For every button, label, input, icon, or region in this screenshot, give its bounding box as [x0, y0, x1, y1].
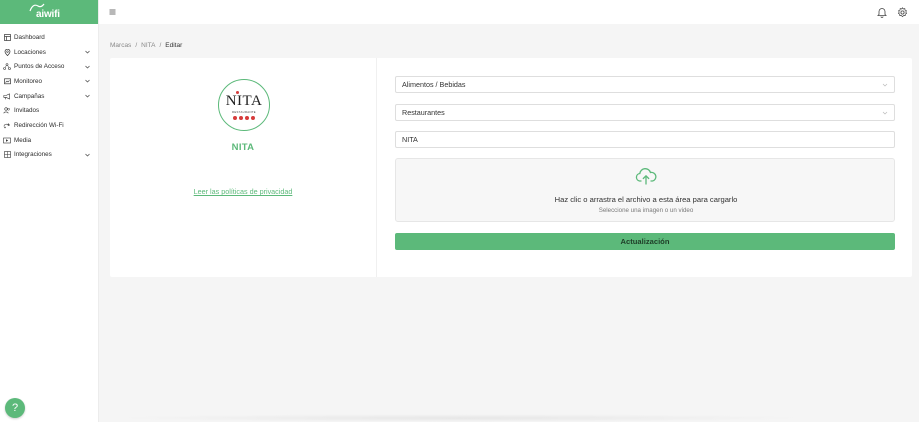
menu-icon[interactable]: [108, 7, 117, 16]
sidebar-item-monitoreo[interactable]: Monitoreo: [0, 74, 98, 89]
bell-icon[interactable]: [877, 5, 887, 18]
brand-logo-dots: [233, 116, 255, 120]
breadcrumb: Marcas / NITA / Editar: [110, 42, 182, 49]
help-button[interactable]: ?: [5, 398, 25, 418]
bottom-shadow: [110, 414, 810, 422]
breadcrumb-separator: /: [135, 42, 138, 49]
subcategory-select-value: Restaurantes: [402, 108, 445, 117]
category-select[interactable]: Alimentos / Bebidas: [395, 76, 895, 93]
chevron-down-icon: [84, 152, 90, 158]
sidebar-item-redireccion-wifi[interactable]: Redirección Wi-Fi: [0, 118, 98, 133]
monitor-icon: [3, 77, 11, 85]
logo-dot: [245, 116, 249, 120]
aiwifi-logo[interactable]: aiwifi: [29, 2, 69, 22]
media-icon: [3, 136, 11, 144]
sidebar-item-campanas[interactable]: Campañas: [0, 89, 98, 104]
integrations-icon: [3, 151, 11, 159]
sidebar-item-label: Redirección Wi-Fi: [14, 121, 64, 129]
logo-text: aiwifi: [36, 9, 60, 20]
gear-icon[interactable]: [897, 5, 908, 18]
sidebar-item-dashboard[interactable]: Dashboard: [0, 30, 98, 45]
update-button[interactable]: Actualización: [395, 233, 895, 250]
column-divider: [376, 58, 377, 277]
brand-logo-wordmark: NITA: [225, 91, 263, 109]
sidebar-item-label: Dashboard: [14, 33, 45, 41]
location-pin-icon: [3, 48, 11, 56]
brand-edit-card: NITA RESTAURANTE NITA Leer las políticas…: [110, 58, 912, 277]
sidebar-item-invitados[interactable]: Invitados: [0, 103, 98, 118]
sidebar-item-label: Campañas: [14, 92, 45, 100]
chevron-down-icon: [84, 93, 90, 99]
brand-name: NITA: [231, 142, 255, 153]
sidebar-item-media[interactable]: Media: [0, 133, 98, 148]
sidebar: aiwifi Dashboard Locaciones Puntos de Ac…: [0, 0, 99, 422]
logo-bar: aiwifi: [0, 0, 98, 24]
sidebar-item-puntos-de-acceso[interactable]: Puntos de Acceso: [0, 59, 98, 74]
brand-logo: NITA RESTAURANTE: [218, 79, 270, 131]
users-icon: [3, 107, 11, 115]
category-select-value: Alimentos / Bebidas: [402, 80, 466, 89]
logo-dot: [239, 116, 243, 120]
logo-dot: [233, 116, 237, 120]
upload-instructions: Haz clic o arrastra el archivo a esta ár…: [554, 195, 738, 204]
chevron-down-icon: [84, 49, 90, 55]
logo-dot: [235, 91, 239, 94]
sidebar-item-label: Puntos de Acceso: [14, 63, 65, 71]
breadcrumb-separator: /: [159, 42, 162, 49]
megaphone-icon: [3, 92, 11, 100]
brand-name-input[interactable]: NITA: [395, 131, 895, 148]
sidebar-item-label: Monitoreo: [14, 77, 43, 85]
access-point-icon: [3, 63, 11, 71]
sidebar-item-locaciones[interactable]: Locaciones: [0, 45, 98, 60]
chevron-down-icon: [84, 78, 90, 84]
sidebar-item-label: Locaciones: [14, 48, 46, 56]
sidebar-item-label: Invitados: [14, 107, 40, 115]
upload-hint: Seleccione una imagen o un video: [598, 207, 694, 214]
brand-logo-subtitle: RESTAURANTE: [232, 110, 256, 114]
cloud-upload-icon: [635, 168, 657, 185]
dashboard-icon: [3, 33, 11, 41]
chevron-down-icon: [84, 64, 90, 70]
breadcrumb-link-marcas[interactable]: Marcas: [110, 42, 131, 49]
sidebar-item-label: Media: [14, 136, 32, 144]
breadcrumb-current: Editar: [165, 42, 183, 49]
sidebar-item-label: Integraciones: [14, 151, 52, 159]
chevron-down-icon: [882, 83, 888, 87]
sidebar-item-integraciones[interactable]: Integraciones: [0, 148, 98, 163]
logo-dot: [251, 116, 255, 120]
privacy-policy-link[interactable]: Leer las políticas de privacidad: [110, 187, 376, 196]
breadcrumb-link-nita[interactable]: NITA: [141, 42, 155, 49]
subcategory-select[interactable]: Restaurantes: [395, 104, 895, 121]
topbar: [99, 0, 919, 24]
redirect-icon: [3, 121, 11, 129]
sidebar-nav: Dashboard Locaciones Puntos de Acceso Mo…: [0, 30, 98, 162]
file-upload-dropzone[interactable]: Haz clic o arrastra el archivo a esta ár…: [395, 158, 895, 222]
brand-name-input-value: NITA: [402, 135, 418, 144]
chevron-down-icon: [882, 111, 888, 115]
